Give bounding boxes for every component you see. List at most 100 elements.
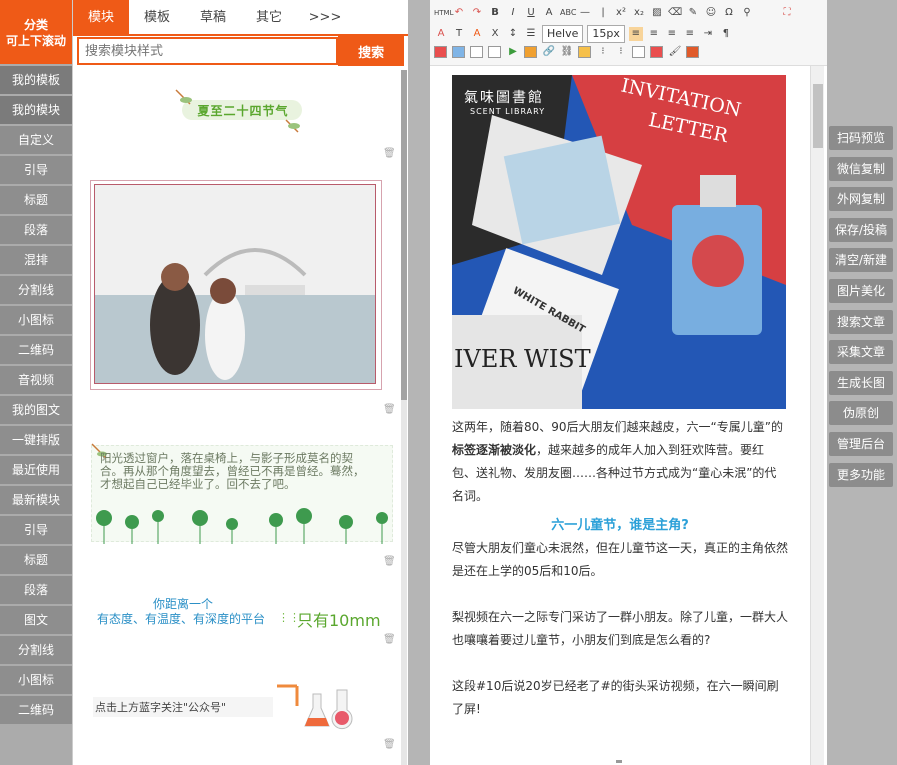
category-item[interactable]: 最近使用	[0, 456, 72, 484]
bold-icon[interactable]: B	[488, 6, 502, 20]
action-button[interactable]: 保存/投稿	[829, 217, 893, 242]
action-button[interactable]: 微信复制	[829, 156, 893, 181]
action-button[interactable]: 管理后台	[829, 431, 893, 456]
indent-icon[interactable]: ⇥	[701, 27, 715, 41]
tab-other[interactable]: 其它	[241, 0, 297, 34]
brush-icon[interactable]: ✎	[686, 6, 700, 20]
underline-icon[interactable]: U	[524, 6, 538, 20]
subscript-icon[interactable]: x₂	[632, 6, 646, 20]
list-icon[interactable]: ☰	[524, 27, 538, 41]
action-button[interactable]: 采集文章	[829, 340, 893, 365]
unlink-icon[interactable]: ⛓	[560, 45, 574, 59]
category-item[interactable]: 图文	[0, 606, 72, 634]
action-button[interactable]: 搜索文章	[829, 309, 893, 334]
line-height-icon[interactable]: ↕	[506, 27, 520, 41]
category-item[interactable]: 我的模板	[0, 66, 72, 94]
category-item[interactable]: 一键排版	[0, 426, 72, 454]
category-item[interactable]: 自定义	[0, 126, 72, 154]
hr-icon[interactable]: —	[578, 6, 592, 20]
highlight-icon[interactable]: A	[470, 27, 484, 41]
tab-more[interactable]: >>>	[297, 0, 353, 34]
category-item[interactable]: 标题	[0, 186, 72, 214]
list-ordered-icon[interactable]: ⁝	[596, 45, 610, 59]
action-button[interactable]: 生成长图	[829, 370, 893, 395]
tab-templates[interactable]: 模板	[129, 0, 185, 34]
category-item[interactable]: 段落	[0, 216, 72, 244]
category-item[interactable]: 二维码	[0, 696, 72, 724]
panel-scrollbar[interactable]	[401, 70, 407, 765]
category-item[interactable]: 引导	[0, 516, 72, 544]
paste-icon[interactable]	[632, 46, 645, 58]
delete-icon[interactable]	[383, 403, 393, 415]
link-icon[interactable]: 🔗	[542, 45, 556, 59]
list-bullet-icon[interactable]: ⁝	[614, 45, 628, 59]
action-button[interactable]: 伪原创	[829, 401, 893, 426]
format-icon[interactable]: ▨	[650, 6, 664, 20]
category-item[interactable]: 分割线	[0, 276, 72, 304]
font-color-icon[interactable]: A	[434, 27, 448, 41]
redo-icon[interactable]: ↷	[470, 6, 484, 20]
category-item[interactable]: 最新模块	[0, 486, 72, 514]
template-follow-prompt[interactable]: 点击上方蓝字关注"公众号"	[91, 684, 391, 730]
search-icon[interactable]: ⚲	[740, 6, 754, 20]
category-item[interactable]: 引导	[0, 156, 72, 184]
html-source-icon[interactable]: HTML	[434, 6, 453, 20]
eraser-icon[interactable]: ⌫	[668, 6, 682, 20]
action-button[interactable]: 更多功能	[829, 462, 893, 487]
multi-image-icon[interactable]	[452, 46, 465, 58]
action-button[interactable]: 外网复制	[829, 187, 893, 212]
undo-icon[interactable]: ↶	[452, 6, 466, 20]
html5-icon[interactable]	[686, 46, 699, 58]
action-button[interactable]: 扫码预览	[829, 126, 893, 150]
paragraph-icon[interactable]: ¶	[719, 27, 733, 41]
align-justify-icon[interactable]: ≡	[683, 27, 697, 41]
panel-scrollbar-thumb[interactable]	[401, 70, 407, 400]
grid-icon[interactable]	[488, 46, 501, 58]
template-window-text[interactable]: 阳光透过窗户，落在桌椅上，与影子形成莫名的契合。再从那个角度望去，曾经已不再是曾…	[91, 443, 393, 544]
table-icon[interactable]	[470, 46, 483, 58]
strike-icon[interactable]: ABC	[560, 6, 576, 20]
category-item[interactable]: 分割线	[0, 636, 72, 664]
border-icon[interactable]: A	[542, 6, 556, 20]
category-item[interactable]: 二维码	[0, 336, 72, 364]
search-button[interactable]: 搜索	[338, 36, 404, 66]
delete-icon[interactable]	[383, 555, 393, 567]
category-item[interactable]: 我的图文	[0, 396, 72, 424]
paint-icon[interactable]: 🖌	[668, 45, 682, 59]
text-bg-icon[interactable]: T	[452, 27, 466, 41]
category-item[interactable]: 标题	[0, 546, 72, 574]
delete-icon[interactable]	[383, 738, 393, 750]
fullscreen-icon[interactable]: ⛶	[780, 6, 794, 20]
template-solar-term[interactable]: 夏至二十四节气	[168, 88, 318, 136]
action-button[interactable]: 清空/新建	[829, 248, 893, 273]
superscript-icon[interactable]: x²	[614, 6, 628, 20]
align-right-icon[interactable]: ≡	[665, 27, 679, 41]
editor-content[interactable]: 氣味圖書館 SCENT LIBRARY INVITATION LETTER WH…	[430, 66, 810, 765]
emoji-icon[interactable]: ☺	[704, 6, 718, 20]
calendar-icon[interactable]	[650, 46, 663, 58]
action-button[interactable]: 图片美化	[829, 278, 893, 303]
omega-icon[interactable]: Ω	[722, 6, 736, 20]
template-photo-frame[interactable]	[90, 180, 382, 390]
tab-drafts[interactable]: 草稿	[185, 0, 241, 34]
editor-scrollbar[interactable]	[810, 66, 824, 765]
category-item[interactable]: 小图标	[0, 666, 72, 694]
tab-modules[interactable]: 模块	[73, 0, 129, 34]
anchor-icon[interactable]	[578, 46, 591, 58]
category-item[interactable]: 音视频	[0, 366, 72, 394]
align-left-icon[interactable]: ≡	[628, 27, 643, 41]
delete-icon[interactable]	[383, 633, 393, 645]
category-item[interactable]: 小图标	[0, 306, 72, 334]
module-search-input[interactable]	[77, 37, 339, 65]
editor-scrollbar-thumb[interactable]	[813, 84, 823, 148]
delete-icon[interactable]	[383, 147, 393, 159]
category-item[interactable]: 我的模块	[0, 96, 72, 124]
font-family-select[interactable]: Helve	[542, 25, 584, 43]
article-body[interactable]: 这两年，随着80、90后大朋友们越来越皮，六一“专属儿童”的标签逐渐被淡化，越来…	[452, 416, 788, 721]
template-distance-slogan[interactable]: 你距离一个 有态度、有温度、有深度的平台 ⋮⋮ 只有10mm	[95, 593, 385, 635]
template-icon[interactable]	[524, 46, 537, 58]
spacing-icon[interactable]: X	[488, 27, 502, 41]
font-size-select[interactable]: 15px	[587, 25, 625, 43]
category-item[interactable]: 混排	[0, 246, 72, 274]
video-icon[interactable]: ▶	[506, 45, 520, 59]
